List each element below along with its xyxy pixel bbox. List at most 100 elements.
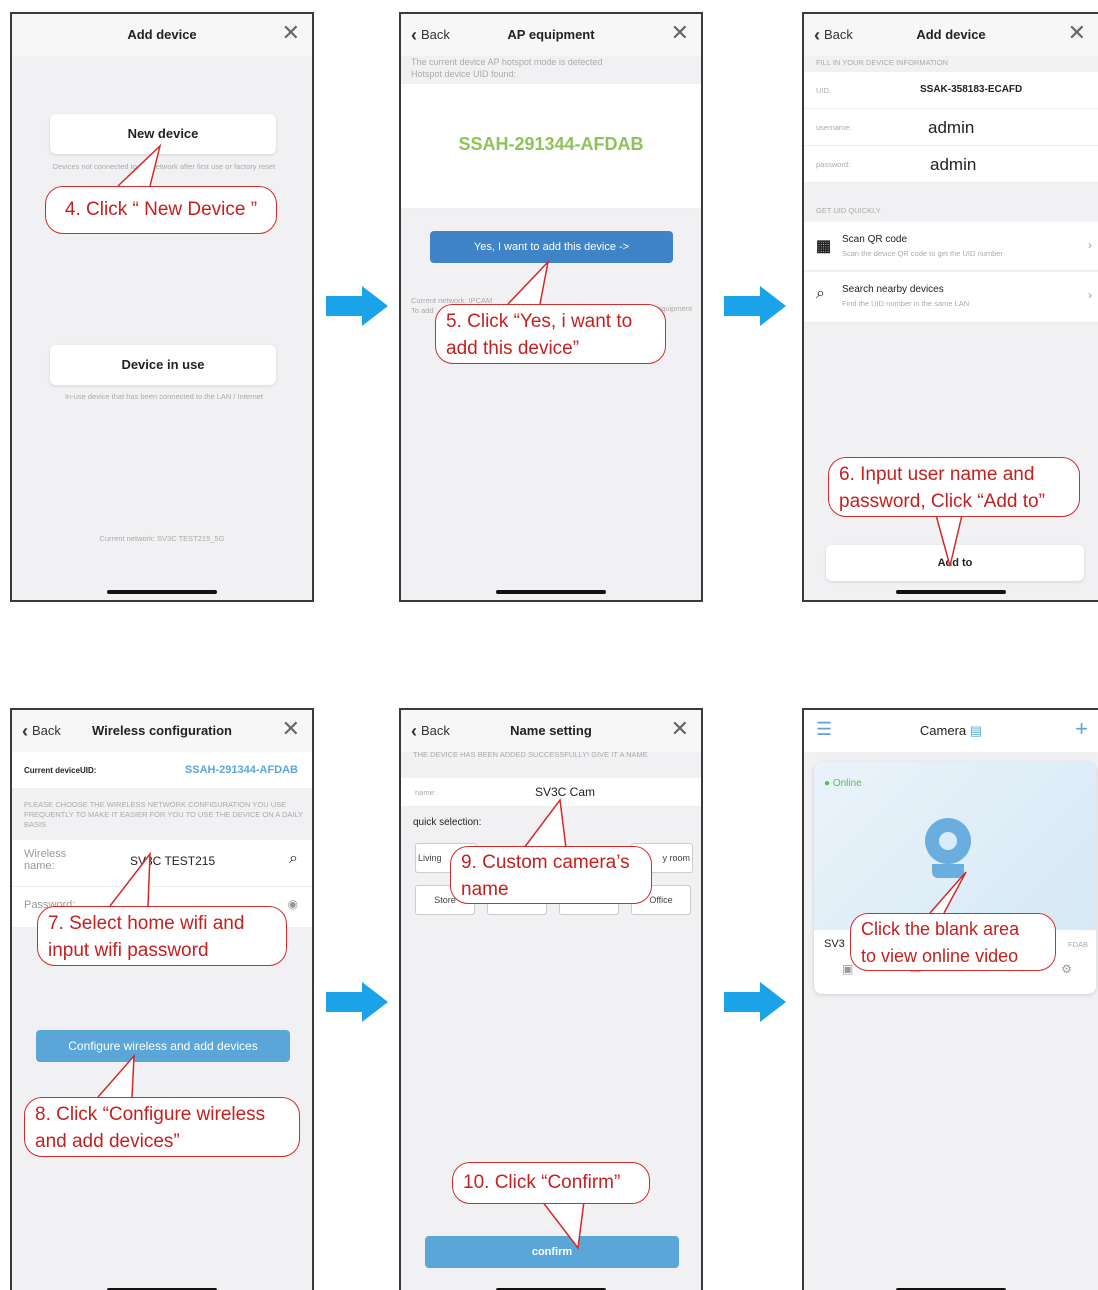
callout-step-5-line1: 5. Click “Yes, i want to: [446, 311, 633, 332]
online-status: ● Online: [824, 778, 862, 789]
section-get-uid: GET UID QUICKLY: [816, 206, 881, 215]
scan-desc: Scan the device QR code to get the UID n…: [842, 249, 1003, 258]
confirm-button[interactable]: confirm: [425, 1236, 679, 1268]
username-label: username:: [816, 123, 852, 132]
layout-icon[interactable]: ▤: [970, 723, 982, 738]
uid-label: UID:: [816, 86, 831, 95]
online-label: Online: [832, 778, 862, 789]
header: ☰ Camera ▤ +: [804, 710, 1098, 752]
close-icon[interactable]: ✕: [671, 20, 689, 46]
name-row[interactable]: name: SV3C Cam: [401, 778, 701, 807]
close-icon[interactable]: ✕: [282, 20, 300, 46]
callout-step-4-text: 4. Click “ New Device ”: [64, 199, 258, 220]
next-step-arrow-icon: [724, 982, 786, 1022]
current-network: Current network: SV3C TEST215_5G: [99, 534, 225, 543]
quick-selection-label: quick selection:: [413, 817, 482, 828]
wireless-name-row[interactable]: Wireless name: SV3C TEST215 ⌕: [12, 840, 312, 887]
header: ‹ Back AP equipment ✕: [401, 14, 701, 56]
current-uid-row: Current deviceUID: SSAH-291344-AFDAB: [12, 752, 312, 789]
wireless-hint: PLEASE CHOOSE THE WIRELESS NETWORK CONFI…: [24, 800, 303, 829]
chevron-right-icon: ›: [1088, 288, 1092, 302]
header: Add device ✕: [12, 14, 312, 56]
playback-icon[interactable]: ▣: [842, 962, 853, 976]
wireless-name-label: Wireless name:: [24, 848, 67, 872]
callout-view-video: Click the blank area to view online vide…: [850, 913, 1056, 971]
callout-step-7-line1: 7. Select home wifi and: [48, 913, 245, 934]
callout-step-8: 8. Click “Configure wireless and add dev…: [24, 1097, 300, 1157]
ap-info-line2: Hotspot device UID found:: [411, 69, 517, 79]
password-input[interactable]: admin: [930, 155, 976, 175]
header: ‹ Back Name setting ✕: [401, 710, 701, 752]
phone-screen-add-device: Add device ✕ New device Devices not conn…: [10, 12, 314, 602]
camera-title: Camera: [919, 723, 967, 738]
camera-name: SV3: [824, 938, 845, 950]
section-device-info: FILL IN YOUR DEVICE INFORMATION: [816, 58, 948, 67]
password-row[interactable]: password: admin: [804, 146, 1098, 183]
next-step-arrow-icon: [326, 286, 388, 326]
add-icon[interactable]: +: [1075, 716, 1088, 742]
camera-icon: [925, 818, 971, 864]
close-icon[interactable]: ✕: [671, 716, 689, 742]
username-row[interactable]: username: admin: [804, 109, 1098, 146]
eye-icon[interactable]: ◉: [288, 897, 298, 911]
chip-office-label: Office: [649, 895, 673, 905]
callout-step-5-line2: add this device”: [446, 338, 580, 359]
callout-step-10: 10. Click “Confirm”: [452, 1162, 650, 1204]
device-in-use-label: Device in use: [121, 357, 205, 372]
chevron-right-icon: ›: [1088, 238, 1092, 252]
scan-qr-row[interactable]: ▦ Scan QR code Scan the device QR code t…: [804, 222, 1098, 271]
name-label: name:: [415, 788, 436, 797]
callout-step-8-line1: 8. Click “Configure wireless: [35, 1104, 266, 1125]
device-in-use-button[interactable]: Device in use: [50, 345, 276, 385]
page-title: AP equipment: [507, 27, 595, 42]
wireless-name-input[interactable]: SV3C TEST215: [130, 854, 215, 868]
scan-title: Scan QR code: [842, 234, 908, 245]
page-title: Add device: [127, 27, 197, 42]
new-device-description: Devices not connected to the network aft…: [52, 162, 276, 171]
page-title: Wireless configuration: [91, 723, 233, 738]
settings-icon[interactable]: ⚙: [1061, 962, 1072, 976]
add-this-device-button[interactable]: Yes, I want to add this device ->: [430, 231, 673, 263]
ap-info-line1: The current device AP hotspot mode is de…: [411, 57, 603, 67]
close-icon[interactable]: ✕: [282, 716, 300, 742]
phone-screen-wireless-config: ‹ Back Wireless configuration ✕ Current d…: [10, 708, 314, 1290]
video-preview-area[interactable]: ● Online: [814, 762, 1096, 930]
current-uid-value: SSAH-291344-AFDAB: [184, 764, 298, 776]
next-step-arrow-icon: [724, 286, 786, 326]
phone-screen-camera-list: ☰ Camera ▤ + ● Online SV3 FDAB ▣ ▭ ⚙: [802, 708, 1098, 1290]
callout-step-7-line2: input wifi password: [48, 940, 209, 961]
home-indicator: [496, 590, 606, 594]
uid-value: SSAK-358183-ECAFD: [920, 84, 1023, 95]
callout-view-video-line2: to view online video: [861, 946, 1019, 966]
chip-living-label: Living: [418, 853, 442, 863]
callout-step-6-line1: 6. Input user name and: [839, 464, 1035, 485]
found-uid: SSAH-291344-AFDAB: [458, 134, 644, 154]
callout-step-9: 9. Custom camera’s name: [450, 846, 652, 904]
new-device-button[interactable]: New device: [50, 114, 276, 154]
username-input[interactable]: admin: [928, 118, 974, 138]
callout-step-10-text: 10. Click “Confirm”: [463, 1172, 621, 1193]
password-label: password:: [816, 160, 851, 169]
add-to-label: Add to: [937, 557, 973, 569]
configure-wireless-button[interactable]: Configure wireless and add devices: [36, 1030, 290, 1062]
home-indicator: [107, 590, 217, 594]
camera-uid: FDAB: [1067, 940, 1088, 949]
add-this-device-label: Yes, I want to add this device ->: [473, 241, 630, 253]
search-nearby-row[interactable]: ⌕ Search nearby devices Find the UID num…: [804, 272, 1098, 323]
page-title: Name setting: [510, 723, 592, 738]
new-device-label: New device: [127, 126, 199, 141]
callout-view-video-line1: Click the blank area: [861, 919, 1020, 939]
name-hint: THE DEVICE HAS BEEN ADDED SUCCESSFULLY! …: [413, 750, 648, 759]
search-icon[interactable]: ⌕: [289, 850, 298, 868]
callout-step-6: 6. Input user name and password, Click “…: [828, 457, 1080, 517]
search-desc: Find the UID number in the same LAN: [842, 299, 970, 308]
uid-row: UID: SSAK-358183-ECAFD: [804, 72, 1098, 109]
name-input[interactable]: SV3C Cam: [535, 785, 595, 799]
add-to-button[interactable]: Add to: [826, 545, 1084, 581]
close-icon[interactable]: ✕: [1068, 20, 1086, 46]
next-step-arrow-icon: [326, 982, 388, 1022]
callout-step-5: 5. Click “Yes, i want to add this device…: [435, 304, 666, 364]
page-title: Camera ▤: [804, 723, 1098, 739]
search-title: Search nearby devices: [842, 284, 944, 295]
page-title: Add device: [916, 27, 986, 42]
